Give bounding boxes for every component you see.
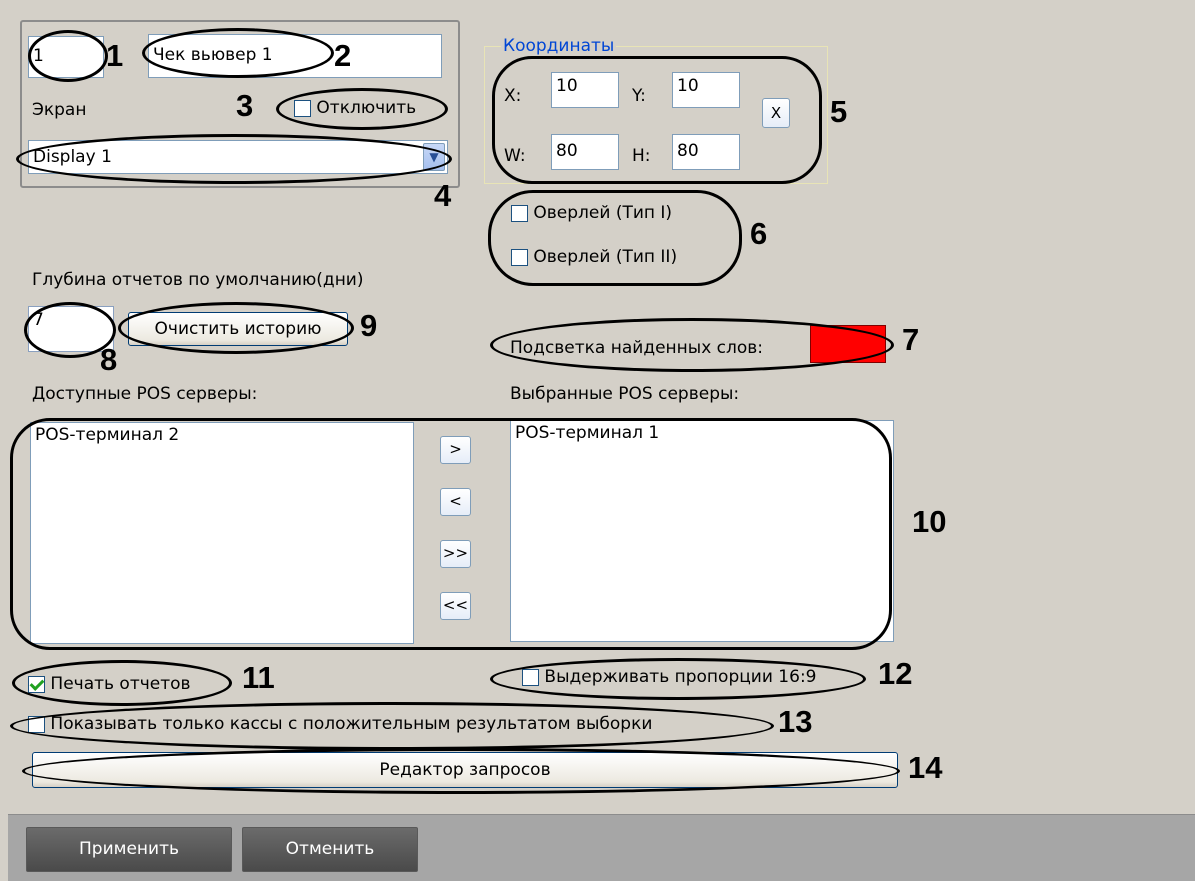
apply-button[interactable]: Применить (26, 827, 232, 872)
annotation-ring-3 (276, 88, 448, 130)
settings-panel: 1 Чек вьювер 1 Экран Отключить Display 1… (8, 0, 1195, 814)
annotation-ring-13 (10, 702, 774, 750)
coords-legend: Координаты (501, 36, 617, 56)
annotation-ring-1 (28, 30, 108, 82)
annotation-ring-6 (488, 190, 742, 286)
annotation-ring-14 (22, 748, 900, 794)
callout-7: 7 (902, 322, 920, 357)
history-depth-label: Глубина отчетов по умолчанию(дни) (32, 270, 364, 290)
annotation-ring-12 (490, 658, 866, 700)
callout-11: 11 (242, 660, 275, 695)
annotation-ring-4 (16, 134, 452, 184)
annotation-ring-5 (492, 56, 822, 184)
annotation-ring-10 (10, 418, 892, 650)
callout-5: 5 (830, 94, 848, 129)
callout-14: 14 (908, 750, 943, 785)
available-servers-label: Доступные POS серверы: (32, 384, 258, 404)
footer-bar: Применить Отменить (8, 814, 1195, 881)
cancel-button[interactable]: Отменить (242, 827, 418, 872)
callout-8: 8 (100, 342, 118, 377)
callout-1: 1 (106, 38, 124, 73)
callout-3: 3 (236, 88, 254, 123)
annotation-ring-11 (12, 660, 232, 706)
selected-servers-label: Выбранные POS серверы: (510, 384, 740, 404)
annotation-ring-7 (490, 318, 894, 372)
annotation-ring-2 (142, 28, 334, 78)
callout-4: 4 (434, 178, 452, 213)
callout-2: 2 (334, 38, 352, 73)
screen-label: Экран (32, 100, 87, 120)
callout-12: 12 (878, 656, 913, 691)
annotation-ring-9 (118, 302, 354, 354)
callout-9: 9 (360, 308, 378, 343)
callout-6: 6 (750, 216, 768, 251)
callout-13: 13 (778, 704, 813, 739)
callout-10: 10 (912, 504, 947, 539)
